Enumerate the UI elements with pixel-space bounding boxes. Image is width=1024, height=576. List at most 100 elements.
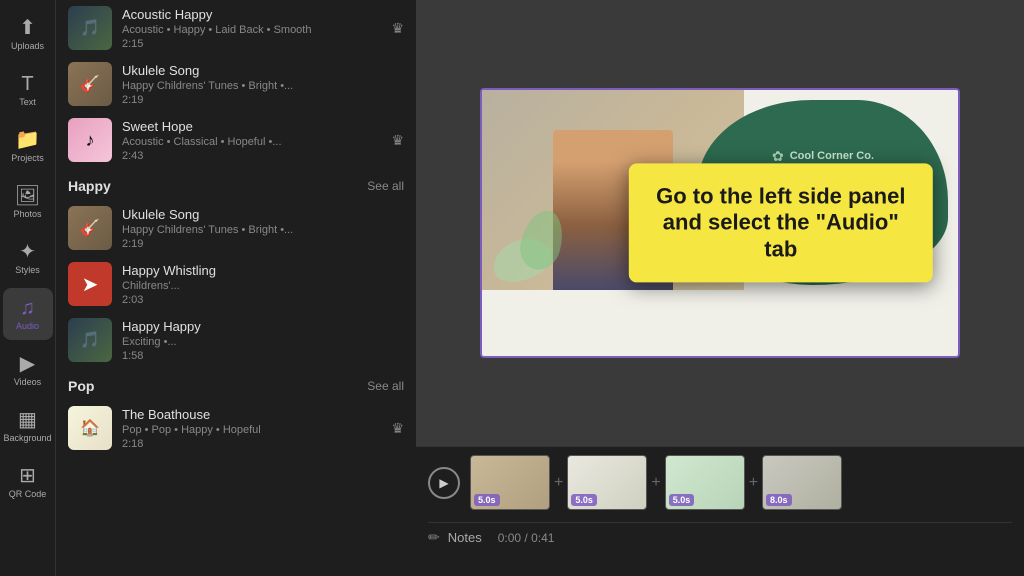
sidebar-label-photos: Photos <box>13 209 41 219</box>
slide-thumb-3[interactable]: 8.0s <box>762 455 842 510</box>
track-meta-happy-1: Childrens'... <box>122 280 404 292</box>
sidebar-item-styles[interactable]: ✦ Styles <box>3 232 53 284</box>
crown-icon-top-2: ♛ <box>391 132 404 149</box>
audio-track-top-2[interactable]: ♪ Sweet Hope Acoustic • Classical • Hopefu… <box>64 112 408 168</box>
slide-plus-3: + <box>749 474 758 492</box>
qrcode-icon: ⊞ <box>19 466 36 486</box>
sidebar-label-uploads: Uploads <box>11 41 44 51</box>
track-name-top-1: Ukulele Song <box>122 63 404 78</box>
section-header-pop: Pop See all <box>64 368 408 400</box>
section-header-happy: Happy See all <box>64 168 408 200</box>
audio-track-top-1[interactable]: 🎸 Ukulele Song Happy Childrens' Tunes • Br… <box>64 56 408 112</box>
notes-label[interactable]: Notes <box>448 530 482 545</box>
sidebar-item-text[interactable]: T Text <box>3 64 53 116</box>
track-info-top-0: Acoustic Happy Acoustic • Happy • Laid Ba… <box>122 7 381 50</box>
styles-icon: ✦ <box>19 242 36 262</box>
track-thumb-boathouse: 🏠 <box>68 406 112 450</box>
track-meta-top-1: Happy Childrens' Tunes • Bright •... <box>122 80 404 92</box>
track-name-top-0: Acoustic Happy <box>122 7 381 22</box>
sidebar-item-photos[interactable]: 🖼Photos <box>3 176 53 228</box>
track-thumb-ukulele: 🎸 <box>68 62 112 106</box>
timeline-slides: 5.0s+5.0s+5.0s+8.0s <box>470 455 842 510</box>
projects-icon: 📁 <box>15 130 40 150</box>
slide-duration-badge-0: 5.0s <box>474 494 500 506</box>
track-meta-happy-2: Exciting •... <box>122 336 404 348</box>
time-display: 0:00 / 0:41 <box>498 531 555 545</box>
track-name-top-2: Sweet Hope <box>122 119 381 134</box>
track-thumb-ukulele: 🎸 <box>68 206 112 250</box>
track-name-happy-1: Happy Whistling <box>122 263 404 278</box>
track-duration-top-0: 2:15 <box>122 38 381 50</box>
sidebar-label-videos: Videos <box>14 377 41 387</box>
sidebar-item-videos[interactable]: ▶ Videos <box>3 344 53 396</box>
track-meta-top-0: Acoustic • Happy • Laid Back • Smooth <box>122 24 381 36</box>
sidebar-item-background[interactable]: ▦ Background <box>3 400 53 452</box>
company-logo-icon: ✿ <box>772 148 784 165</box>
section-title-pop: Pop <box>68 378 94 394</box>
see-all-pop[interactable]: See all <box>367 379 404 393</box>
audio-track-happy-2[interactable]: 🎵 Happy Happy Exciting •... 1:58 <box>64 312 408 368</box>
sidebar-label-audio: Audio <box>16 321 39 331</box>
see-all-happy[interactable]: See all <box>367 179 404 193</box>
track-info-happy-2: Happy Happy Exciting •... 1:58 <box>122 319 404 362</box>
canvas-area: ✿ Cool Corner Co. Welcome to our new hir… <box>416 0 1024 446</box>
track-thumb-pink: ♪ <box>68 118 112 162</box>
track-info-happy-1: Happy Whistling Childrens'... 2:03 <box>122 263 404 306</box>
sidebar-label-background: Background <box>3 433 51 443</box>
slide-thumb-0[interactable]: 5.0s <box>470 455 550 510</box>
crown-icon-pop-0: ♛ <box>391 420 404 437</box>
main-area: ✿ Cool Corner Co. Welcome to our new hir… <box>416 0 1024 576</box>
track-meta-pop-0: Pop • Pop • Happy • Hopeful <box>122 424 381 436</box>
audio-track-pop-0[interactable]: 🏠The BoathousePop • Pop • Happy • Hopefu… <box>64 400 408 456</box>
track-duration-top-2: 2:43 <box>122 150 381 162</box>
timeline-controls: ▶ 5.0s+5.0s+5.0s+8.0s <box>428 455 1012 510</box>
track-thumb-road: 🎵 <box>68 6 112 50</box>
notes-icon: ✏ <box>428 529 440 546</box>
blob-logo-area: ✿ Cool Corner Co. <box>772 148 874 165</box>
sidebar-item-projects[interactable]: 📁 Projects <box>3 120 53 172</box>
track-duration-happy-0: 2:19 <box>122 238 404 250</box>
sidebar-label-styles: Styles <box>15 265 40 275</box>
sidebar-item-uploads[interactable]: ⬆Uploads <box>3 8 53 60</box>
track-name-happy-2: Happy Happy <box>122 319 404 334</box>
track-meta-top-2: Acoustic • Classical • Hopeful •... <box>122 136 381 148</box>
slide-thumb-1[interactable]: 5.0s <box>567 455 647 510</box>
track-duration-happy-2: 1:58 <box>122 350 404 362</box>
sidebar-item-qrcode[interactable]: ⊞ QR Code <box>3 456 53 508</box>
slide-thumb-2[interactable]: 5.0s <box>665 455 745 510</box>
audio-icon: ♫ <box>20 298 35 318</box>
audio-track-happy-0[interactable]: 🎸 Ukulele Song Happy Childrens' Tunes • Br… <box>64 200 408 256</box>
track-name-happy-0: Ukulele Song <box>122 207 404 222</box>
track-info-pop-0: The BoathousePop • Pop • Happy • Hopeful… <box>122 407 381 450</box>
crown-icon-top-0: ♛ <box>391 20 404 37</box>
audio-panel: 🎵 Acoustic Happy Acoustic • Happy • Laid B… <box>56 0 416 576</box>
track-thumb-arrow: ➤ <box>68 262 112 306</box>
sidebar-label-projects: Projects <box>11 153 44 163</box>
track-duration-pop-0: 2:18 <box>122 438 381 450</box>
section-title-happy: Happy <box>68 178 111 194</box>
timeline-area: ▶ 5.0s+5.0s+5.0s+8.0s ✏ Notes 0:00 / 0:4… <box>416 446 1024 576</box>
background-icon: ▦ <box>18 410 37 430</box>
audio-list: 🎵 Acoustic Happy Acoustic • Happy • Laid B… <box>56 0 416 576</box>
play-button[interactable]: ▶ <box>428 467 460 499</box>
sidebar-label-text: Text <box>19 97 36 107</box>
slide-duration-badge-2: 5.0s <box>669 494 695 506</box>
slide-duration-badge-3: 8.0s <box>766 494 792 506</box>
slide-duration-badge-1: 5.0s <box>571 494 597 506</box>
track-duration-happy-1: 2:03 <box>122 294 404 306</box>
sidebar-label-qrcode: QR Code <box>9 489 47 499</box>
track-info-happy-0: Ukulele Song Happy Childrens' Tunes • Bri… <box>122 207 404 250</box>
audio-track-happy-1[interactable]: ➤ Happy Whistling Childrens'... 2:03 <box>64 256 408 312</box>
track-meta-happy-0: Happy Childrens' Tunes • Bright •... <box>122 224 404 236</box>
tooltip-text: Go to the left side panel and select the… <box>653 183 909 262</box>
sidebar-item-audio[interactable]: ♫ Audio <box>3 288 53 340</box>
text-icon: T <box>21 74 33 94</box>
slide-plus-2: + <box>651 474 660 492</box>
videos-icon: ▶ <box>20 354 35 374</box>
icon-sidebar: ⬆Uploads T Text 📁 Projects 🖼Photos ✦ Styles ♫ Aud… <box>0 0 56 576</box>
audio-track-top-0[interactable]: 🎵 Acoustic Happy Acoustic • Happy • Laid B… <box>64 0 408 56</box>
track-info-top-1: Ukulele Song Happy Childrens' Tunes • Bri… <box>122 63 404 106</box>
track-info-top-2: Sweet Hope Acoustic • Classical • Hopeful… <box>122 119 381 162</box>
track-thumb-road: 🎵 <box>68 318 112 362</box>
timeline-bottom: ✏ Notes 0:00 / 0:41 <box>428 522 1012 546</box>
